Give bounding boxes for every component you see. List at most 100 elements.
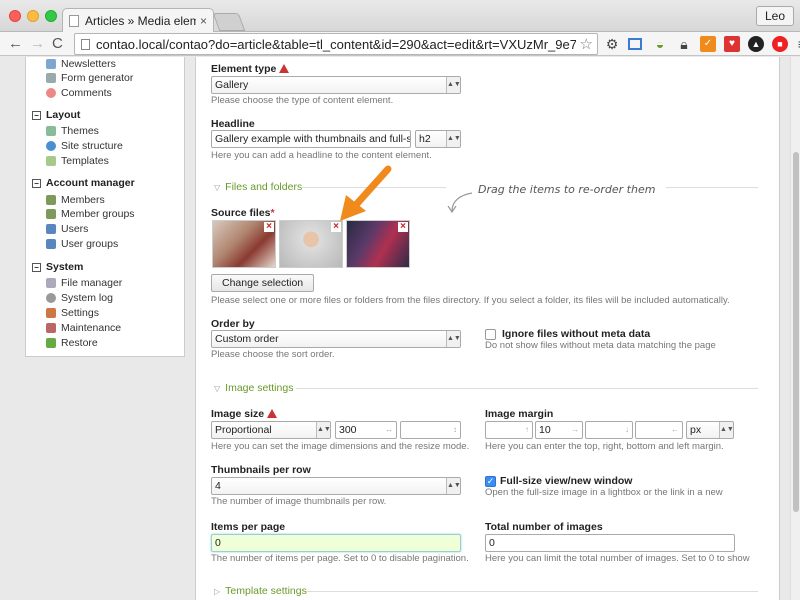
minimize-window-button[interactable] (27, 10, 39, 22)
sidebar-item-user-groups[interactable]: User groups (46, 237, 118, 251)
sidebar-item-label: Form generator (61, 72, 134, 84)
thumbs-per-row-select[interactable]: 4 ▲▼ (211, 477, 461, 495)
sidebar-item-label: File manager (61, 277, 123, 289)
sidebar-item-member-groups[interactable]: Member groups (46, 207, 135, 221)
image-size-label: Image size (211, 408, 278, 420)
element-type-label: Element type (211, 63, 290, 75)
ignore-meta-checkbox[interactable] (485, 329, 496, 340)
scrollbar-thumb[interactable] (793, 152, 799, 512)
sidebar-item-label: Site structure (61, 140, 123, 152)
items-per-page-input[interactable]: 0 (211, 534, 461, 552)
tab-close-icon[interactable]: × (200, 14, 207, 28)
sidebar-item-label: Members (61, 194, 105, 206)
dropdown-arrow-icon: ▲▼ (446, 77, 460, 93)
sidebar-item-templates[interactable]: Templates (46, 154, 109, 168)
collapse-icon[interactable]: − (32, 178, 41, 188)
sidebar-item-label: Member groups (61, 208, 135, 220)
files-folders-legend[interactable]: ▽ Files and folders (214, 181, 302, 193)
collapse-icon[interactable]: − (32, 262, 41, 272)
template-settings-legend[interactable]: ▷ Template settings (214, 585, 307, 597)
member-groups-icon (46, 209, 56, 219)
gallery-thumbnail[interactable]: × (279, 220, 343, 268)
lock-icon[interactable]: 🔒︎ (676, 36, 692, 52)
address-bar[interactable]: contao.local/contao?do=article&table=tl_… (74, 33, 598, 55)
gallery-thumbnail[interactable]: × (346, 220, 410, 268)
gallery-thumbnail[interactable]: × (212, 220, 276, 268)
fullsize-help: Open the full-size image in a lightbox o… (485, 487, 723, 498)
image-width-input[interactable]: 300 ↔ (335, 421, 397, 439)
dropdown-arrow-icon: ▲▼ (446, 331, 460, 347)
warning-icon (279, 64, 290, 73)
reload-icon[interactable]: C (52, 35, 63, 53)
margin-unit-select[interactable]: px ▲▼ (686, 421, 734, 439)
element-type-select[interactable]: Gallery ▲▼ (211, 76, 461, 94)
delete-icon[interactable]: × (398, 222, 408, 232)
image-settings-legend[interactable]: ▽ Image settings (214, 382, 293, 394)
order-by-help: Please choose the sort order. (211, 349, 335, 360)
sidebar-item-label: User groups (61, 238, 119, 250)
forward-icon[interactable]: → (30, 35, 45, 53)
screen-capture-icon[interactable] (628, 38, 642, 50)
zoom-window-button[interactable] (45, 10, 57, 22)
dropdown-arrow-icon: ▲▼ (719, 422, 733, 438)
sidebar-item-themes[interactable]: Themes (46, 124, 99, 138)
sidebar-item-newsletters[interactable]: Newsletters (46, 57, 116, 71)
delete-icon[interactable]: × (264, 222, 274, 232)
sidebar-item-members[interactable]: Members (46, 193, 105, 207)
maintenance-icon (46, 323, 56, 333)
sidebar-group-system[interactable]: − System (32, 260, 83, 274)
sidebar-item-settings[interactable]: Settings (46, 306, 99, 320)
back-icon[interactable]: ← (8, 35, 23, 53)
close-window-button[interactable] (9, 10, 21, 22)
ignore-meta-label[interactable]: Ignore files without meta data (502, 328, 650, 340)
page-scrollbar[interactable] (790, 57, 800, 600)
legend-rule (296, 388, 758, 389)
collapse-icon[interactable]: − (32, 110, 41, 120)
image-size-help: Here you can set the image dimensions an… (211, 441, 470, 452)
gear-icon[interactable]: ⚙ (604, 36, 620, 52)
sidebar-item-comments[interactable]: Comments (46, 86, 112, 100)
sidebar-item-restore[interactable]: Restore (46, 336, 98, 350)
sidebar-item-site-structure[interactable]: Site structure (46, 139, 123, 153)
legend-label: Files and folders (225, 181, 303, 193)
fullsize-checkbox[interactable]: ✓ (485, 476, 496, 487)
sidebar-group-layout[interactable]: − Layout (32, 108, 80, 122)
margin-bottom-input[interactable]: ↓ (585, 421, 633, 439)
sidebar-item-maintenance[interactable]: Maintenance (46, 321, 121, 335)
order-by-select[interactable]: Custom order ▲▼ (211, 330, 461, 348)
headline-level-select[interactable]: h2 ▲▼ (415, 130, 461, 148)
browser-tab[interactable]: Articles » Media elements × (62, 8, 214, 33)
bookmark-star-icon[interactable]: ☆ (580, 35, 593, 53)
image-size-mode-select[interactable]: Proportional ▲▼ (211, 421, 331, 439)
margin-left-input[interactable]: ← (635, 421, 683, 439)
sidebar-item-file-manager[interactable]: File manager (46, 276, 122, 290)
margin-top-input[interactable]: ↑ (485, 421, 533, 439)
margin-right-input[interactable]: 10 → (535, 421, 583, 439)
user-groups-icon (46, 239, 56, 249)
image-height-input[interactable]: ↕ (400, 421, 461, 439)
ignore-meta-help: Do not show files without meta data matc… (485, 340, 716, 351)
total-images-input[interactable]: 0 (485, 534, 735, 552)
profile-button[interactable]: Leo (755, 6, 794, 26)
sidebar-group-title: System (46, 261, 84, 273)
change-selection-button[interactable]: Change selection (211, 274, 315, 292)
headline-input[interactable]: Gallery example with thumbnails and full… (211, 130, 411, 148)
url-text[interactable]: contao.local/contao?do=article&table=tl_… (96, 37, 576, 52)
pocket-icon[interactable]: ♥ (724, 36, 740, 52)
sidebar-group-account-manager[interactable]: − Account manager (32, 176, 135, 190)
fire-icon[interactable]: ▲ (748, 36, 764, 52)
fullsize-label[interactable]: Full-size view/new window (500, 475, 632, 487)
restore-icon (46, 338, 56, 348)
new-tab-button[interactable] (212, 13, 246, 31)
collapsed-triangle-icon: ▷ (214, 586, 221, 596)
sidebar-item-users[interactable]: Users (46, 222, 88, 236)
sidebar-item-system-log[interactable]: System log (46, 291, 113, 305)
bowl-icon[interactable]: ◒ (652, 36, 668, 52)
extension-icon[interactable]: ✓ (700, 36, 716, 52)
adblock-icon[interactable]: ■ (772, 36, 788, 52)
legend-label: Template settings (225, 585, 307, 597)
headline-help: Here you can add a headline to the conte… (211, 150, 432, 161)
menu-icon[interactable]: ≡ (794, 36, 800, 52)
margin-top-icon: ↑ (525, 425, 529, 434)
sidebar-item-form-generator[interactable]: Form generator (46, 71, 133, 85)
